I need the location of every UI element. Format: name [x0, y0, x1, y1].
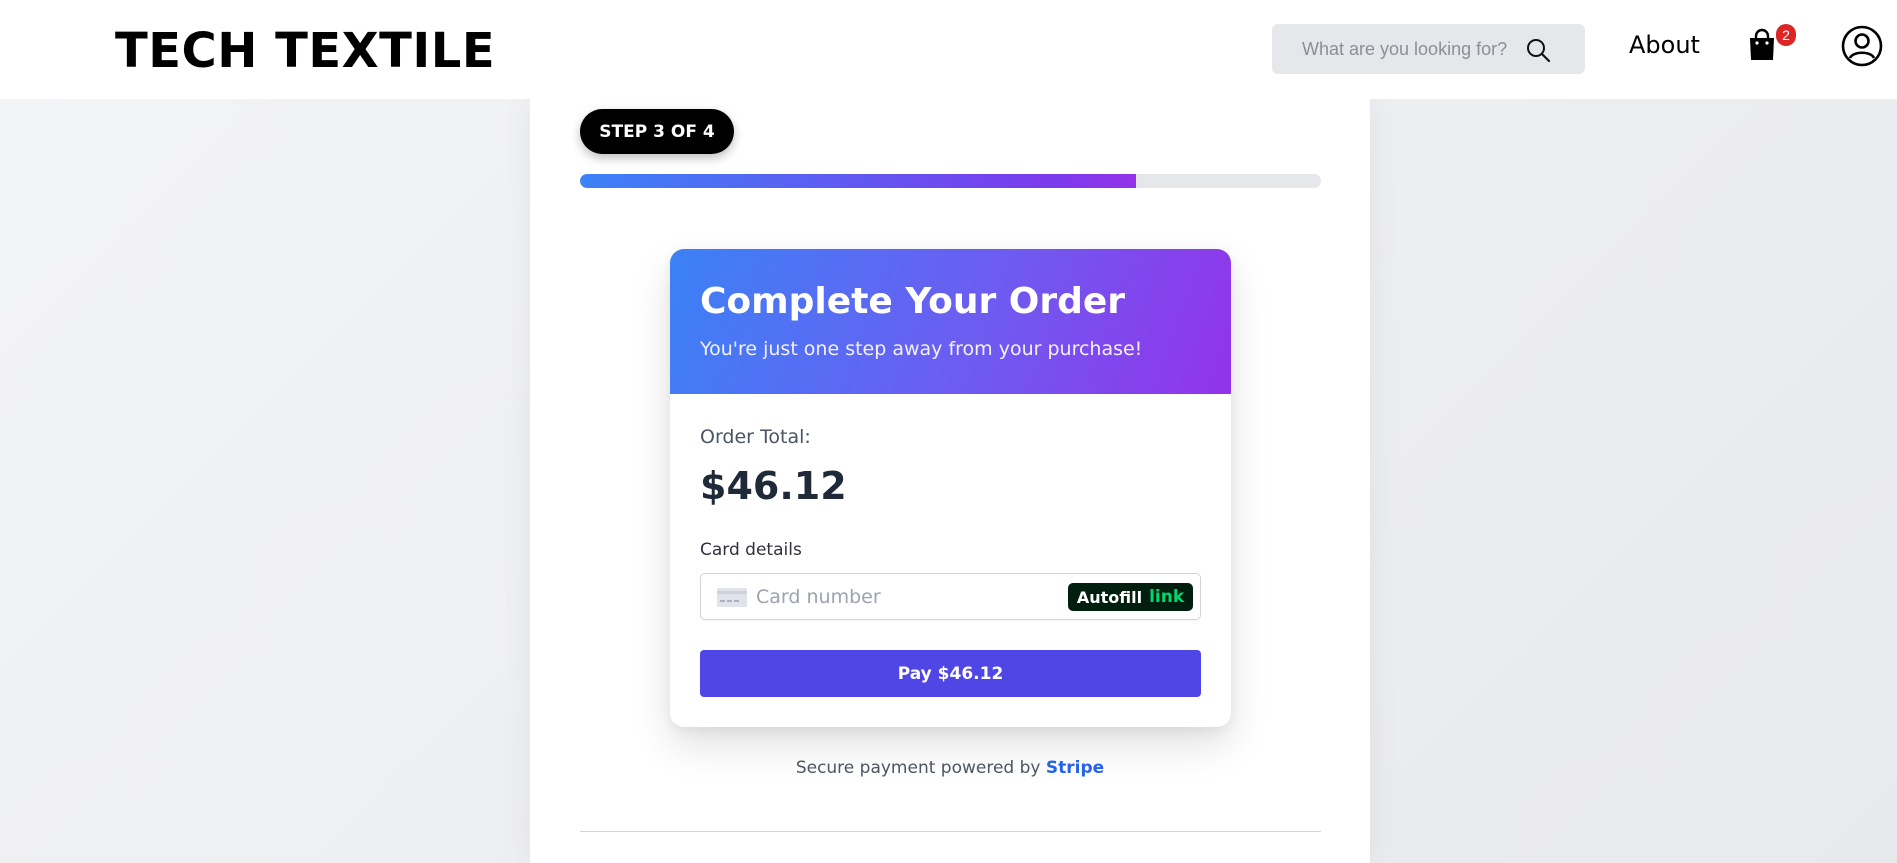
autofill-link-button[interactable]: Autofill link — [1068, 583, 1193, 611]
cart-count-badge: 2 — [1776, 24, 1796, 46]
checkout-progress-bar — [580, 174, 1321, 188]
pay-button[interactable]: Pay $46.12 — [700, 650, 1201, 697]
step-indicator: STEP 3 OF 4 — [580, 109, 734, 154]
card-title: Complete Your Order — [700, 281, 1126, 322]
shopping-bag-icon[interactable] — [1747, 28, 1777, 62]
link-logo: link — [1149, 587, 1185, 607]
about-link[interactable]: About — [1629, 28, 1700, 62]
secure-payment-note: Secure payment powered by Stripe — [530, 758, 1370, 778]
payment-card-header: Complete Your Order You're just one step… — [670, 249, 1231, 394]
order-total-label: Order Total: — [700, 426, 811, 448]
divider — [580, 831, 1321, 832]
brand-logo[interactable]: TECH TEXTILE — [115, 22, 495, 80]
user-account-icon[interactable] — [1841, 25, 1883, 67]
search-bar[interactable] — [1272, 24, 1585, 74]
search-icon[interactable] — [1525, 37, 1551, 63]
checkout-panel: STEP 3 OF 4 Complete Your Order You're j… — [530, 99, 1370, 863]
card-number-field[interactable]: Autofill link — [700, 573, 1201, 620]
card-number-input[interactable] — [756, 582, 1056, 612]
payment-card: Complete Your Order You're just one step… — [670, 249, 1231, 727]
card-subtitle: You're just one step away from your purc… — [700, 338, 1143, 360]
card-details-label: Card details — [700, 540, 802, 560]
order-total-value: $46.12 — [700, 464, 847, 508]
credit-card-icon — [717, 588, 747, 607]
progress-fill — [580, 174, 1136, 188]
stripe-link[interactable]: Stripe — [1046, 758, 1104, 778]
site-header: TECH TEXTILE About 2 — [0, 0, 1897, 99]
secure-payment-text: Secure payment powered by — [795, 758, 1041, 778]
autofill-label: Autofill — [1076, 587, 1143, 607]
search-input[interactable] — [1302, 29, 1532, 69]
